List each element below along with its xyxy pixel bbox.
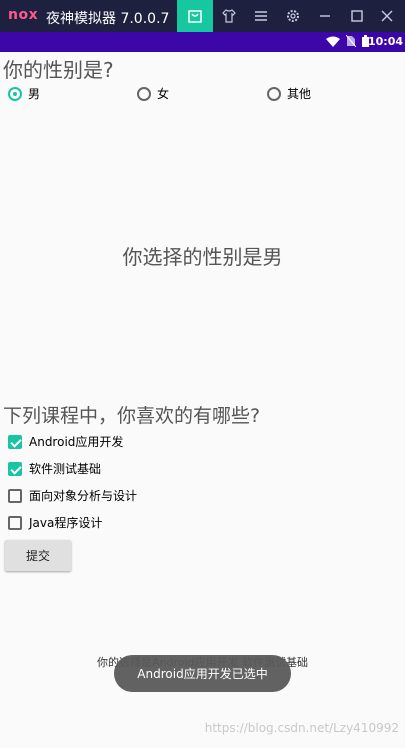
- bag-icon[interactable]: [177, 0, 213, 32]
- radio-label: 女: [157, 87, 170, 101]
- checkbox-ooad[interactable]: 面向对象分析与设计: [8, 487, 137, 504]
- checkbox-label: Android应用开发: [29, 435, 124, 449]
- checkbox-label: 软件测试基础: [29, 462, 102, 476]
- submit-button[interactable]: 提交: [5, 540, 71, 571]
- close-icon[interactable]: [372, 0, 402, 32]
- radio-other[interactable]: 其他: [267, 85, 311, 102]
- checkbox-checked[interactable]: [8, 461, 22, 476]
- checkbox-label: Java程序设计: [29, 516, 103, 530]
- maximize-icon[interactable]: [342, 0, 372, 32]
- status-time: 10:04: [367, 35, 403, 48]
- window-title: 夜神模拟器 7.0.0.7: [46, 11, 170, 27]
- gender-result: 你选择的性别是男: [122, 245, 283, 269]
- checkbox[interactable]: [8, 488, 22, 503]
- checkbox-label: 面向对象分析与设计: [29, 489, 138, 503]
- checkbox-checked[interactable]: [8, 434, 22, 449]
- no-sim-icon: [346, 35, 356, 47]
- toast-message: Android应用开发已选中: [114, 655, 291, 692]
- radio-label: 其他: [287, 87, 312, 101]
- watermark: https://blog.csdn.net/Lzy410992: [204, 721, 399, 735]
- checkbox-testing[interactable]: 软件测试基础: [8, 460, 101, 477]
- radio-label: 男: [28, 87, 41, 101]
- gender-question: 你的性别是?: [3, 58, 114, 82]
- radio-button-checked[interactable]: [8, 86, 22, 101]
- gear-icon[interactable]: [278, 0, 308, 32]
- radio-male[interactable]: 男: [8, 85, 40, 102]
- checkbox[interactable]: [8, 515, 22, 530]
- radio-button[interactable]: [137, 86, 151, 101]
- shirt-icon[interactable]: [214, 0, 244, 32]
- checkbox-java[interactable]: Java程序设计: [8, 514, 102, 531]
- wifi-icon: [326, 36, 340, 47]
- radio-button[interactable]: [267, 86, 281, 101]
- nox-logo: nox: [8, 7, 39, 23]
- android-statusbar: 10:04: [0, 32, 405, 52]
- courses-question: 下列课程中，你喜欢的有哪些?: [3, 405, 261, 427]
- radio-female[interactable]: 女: [137, 85, 169, 102]
- checkbox-android[interactable]: Android应用开发: [8, 433, 123, 450]
- app-screen: 你的性别是? 男 女 其他 你选择的性别是男 下列课程中，你喜欢的有哪些? An…: [0, 52, 405, 748]
- menu-icon[interactable]: [246, 0, 276, 32]
- emulator-titlebar: nox 夜神模拟器 7.0.0.7: [0, 0, 405, 32]
- minimize-icon[interactable]: [310, 0, 340, 32]
